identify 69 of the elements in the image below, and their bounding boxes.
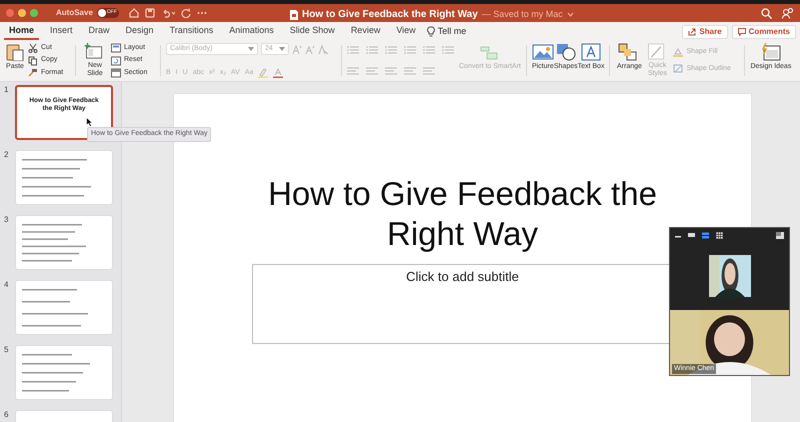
lightbulb-icon (426, 26, 435, 37)
align-left-icon (347, 66, 359, 76)
close-icon (6, 9, 14, 17)
slide-thumbnail[interactable] (15, 280, 113, 335)
window-title: How to Give Feedback the Right Way (302, 8, 478, 22)
shapes-icon (554, 43, 577, 61)
tell-me-field[interactable]: Tell me (438, 23, 466, 40)
undo-icon (160, 8, 175, 18)
search-icon (761, 8, 772, 18)
clear-format-icon (318, 44, 328, 54)
bullets-icon (347, 45, 359, 55)
gallery-view-icon (716, 232, 723, 238)
ribbon-tab[interactable]: View (391, 23, 421, 40)
grow-font-icon (292, 44, 302, 54)
slide-number: 1 (3, 85, 10, 94)
highlight-icon (258, 68, 268, 78)
picture-icon (532, 43, 554, 61)
textbox-icon (580, 43, 602, 61)
ribbon-tab[interactable]: Transitions (164, 23, 218, 40)
paste-icon (4, 43, 26, 61)
ribbon-tab[interactable]: Design (120, 23, 159, 40)
font-color-icon (273, 68, 284, 78)
ribbon-tab[interactable]: Slide Show (284, 23, 340, 40)
comment-icon (738, 28, 746, 36)
slide-number: 2 (3, 150, 10, 159)
save-status: — Saved to my Mac (482, 8, 563, 21)
minimize-icon (18, 9, 26, 17)
document-icon (290, 10, 298, 20)
cursor-icon (86, 117, 93, 127)
ribbon-tab[interactable]: Draw (84, 23, 115, 40)
reset-icon (111, 56, 121, 66)
text-lines-drawing (22, 354, 92, 392)
slide-thumbnail[interactable] (15, 215, 113, 270)
dropdown-icon (248, 47, 254, 51)
fullscreen-icon (776, 232, 784, 238)
format-icon (28, 68, 38, 78)
text-lines-drawing (22, 159, 92, 197)
share-button[interactable]: Share (682, 25, 728, 39)
save-icon (144, 8, 155, 18)
cut-icon (28, 43, 38, 53)
people-icon (782, 8, 794, 18)
slide-thumbnail[interactable] (15, 345, 113, 400)
shape-fill-icon (673, 46, 684, 57)
speaker-view-icon (702, 232, 709, 238)
dropdown-icon (279, 47, 285, 51)
shrink-font-icon (305, 44, 315, 54)
ribbon-tab[interactable]: Animations (224, 23, 279, 40)
slide-number: 3 (3, 215, 10, 224)
ribbon-tab[interactable]: Review (346, 23, 386, 40)
slide-number: 4 (3, 280, 10, 289)
comments-button[interactable]: Comments (732, 25, 796, 39)
share-icon (688, 28, 696, 36)
section-icon (111, 68, 121, 78)
slide-thumbnail[interactable] (15, 150, 113, 205)
slide-title[interactable]: How to Give Feedback the Right Way (252, 174, 672, 254)
more-icon (196, 11, 207, 15)
home-icon (128, 8, 139, 18)
autosave-label: AutoSave (56, 7, 93, 19)
ribbon-tab[interactable]: Insert (45, 23, 78, 40)
slide-number: 5 (3, 345, 10, 354)
thumbnail-view-icon (688, 232, 695, 238)
redo-icon (180, 8, 191, 18)
shape-outline-icon (673, 64, 684, 74)
zoom-icon (30, 9, 38, 17)
copy-icon (28, 56, 38, 66)
slide-number: 6 (3, 410, 10, 419)
design-ideas-icon (760, 43, 782, 61)
chevron-icon (566, 12, 574, 17)
layout-icon (111, 43, 121, 53)
